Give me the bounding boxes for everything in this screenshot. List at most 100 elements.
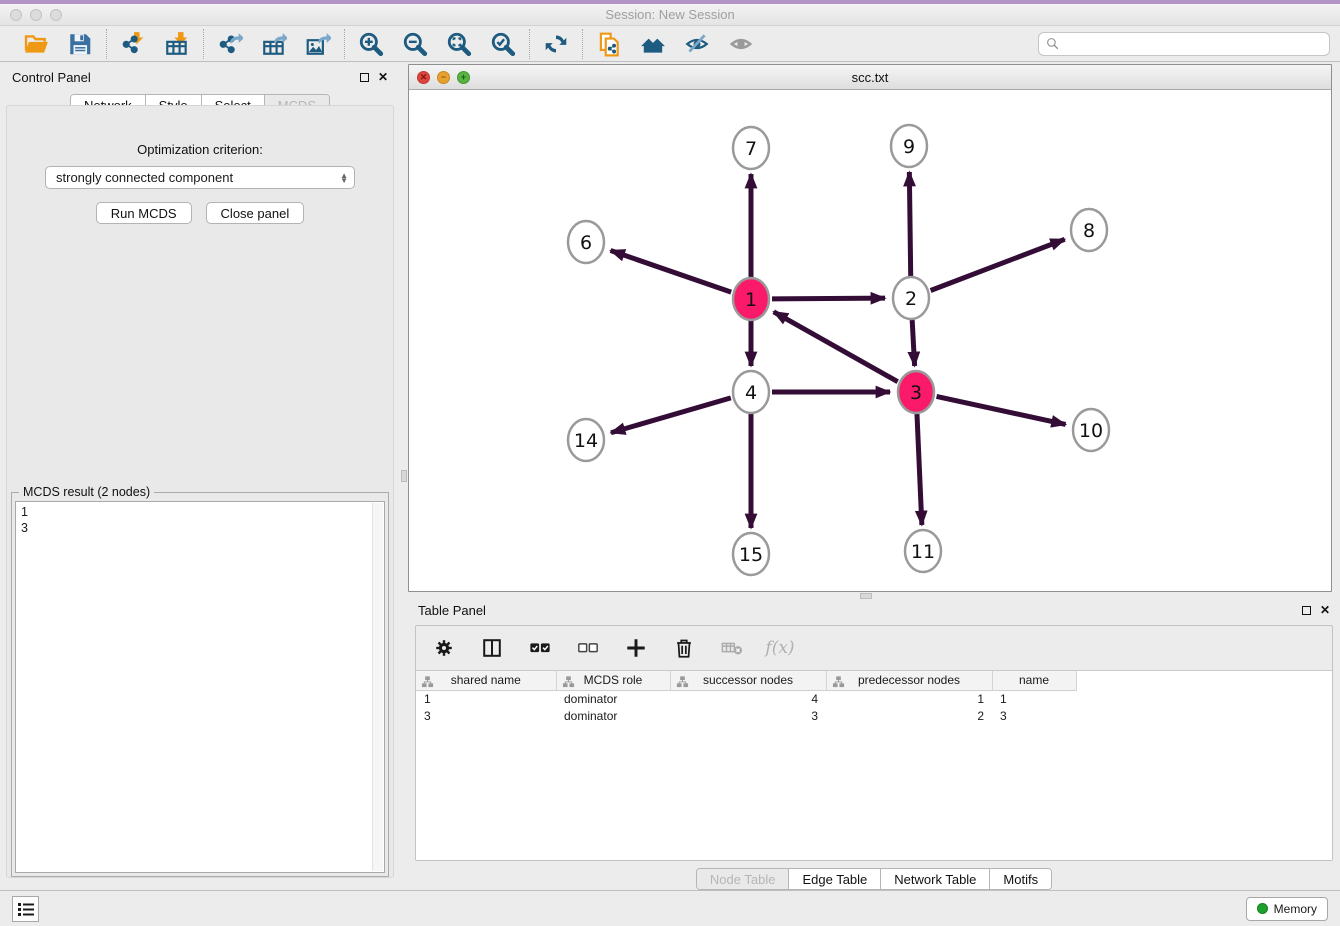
edge-2-3[interactable] [912,319,915,366]
horizontal-splitter[interactable] [408,592,1340,595]
add-icon[interactable] [622,634,650,662]
result-scrollbar[interactable] [372,503,383,871]
gear-icon[interactable] [430,634,458,662]
edge-3-1[interactable] [774,312,898,382]
search-area [1038,32,1330,56]
show-all-icon[interactable] [727,30,755,58]
table-container: f(x) shared nameMCDS rolesuccessor nodes… [415,625,1333,861]
edge-3-10[interactable] [937,396,1066,424]
edge-4-14[interactable] [611,398,731,433]
export-image-icon[interactable] [304,30,332,58]
import-network-icon[interactable] [119,30,147,58]
function-builder-icon: f(x) [766,634,794,662]
cell-name[interactable]: 1 [992,690,1076,707]
tab-edge-table[interactable]: Edge Table [788,869,880,889]
list-icon [17,901,35,917]
close-panel-button[interactable]: Close panel [206,202,305,224]
cell-successor-nodes[interactable]: 4 [670,690,826,707]
tab-node-table[interactable]: Node Table [697,869,789,889]
optimization-criterion-label: Optimization criterion: [7,142,393,157]
refresh-layout-icon[interactable] [542,30,570,58]
cell-name[interactable]: 3 [992,707,1076,724]
search-field[interactable] [1038,32,1330,56]
open-file-icon[interactable] [22,30,50,58]
column-header-successor-nodes[interactable]: successor nodes [670,671,826,690]
zoom-in-icon[interactable] [357,30,385,58]
hide-selected-icon[interactable] [683,30,711,58]
network-canvas[interactable]: 7968124314101511 [409,90,1331,591]
tab-network-table[interactable]: Network Table [880,869,989,889]
duplicate-network-icon[interactable] [595,30,623,58]
search-icon [1046,37,1059,50]
column-header-shared-name[interactable]: shared name [416,671,556,690]
table-panel: Table Panel ✕ f(x) shared nameMCDS roles… [408,595,1340,890]
cell-successor-nodes[interactable]: 3 [670,707,826,724]
search-input[interactable] [1059,37,1329,51]
select-all-icon[interactable] [526,634,554,662]
mcds-result-line: 1 [21,504,379,520]
frame-close-icon[interactable]: ✕ [417,71,430,84]
node-label-15: 15 [739,544,763,566]
mcds-result-textarea[interactable]: 13 [15,501,385,873]
cell-predecessor-nodes[interactable]: 1 [826,690,992,707]
node-table[interactable]: shared nameMCDS rolesuccessor nodesprede… [416,670,1332,860]
zoom-out-icon[interactable] [401,30,429,58]
tab-motifs[interactable]: Motifs [989,869,1051,889]
column-type-icon [562,675,575,688]
mcds-result-title: MCDS result (2 nodes) [19,485,154,499]
network-frame: ✕ − + scc.txt 7968124314101511 [408,64,1332,592]
delete-table-icon [718,634,746,662]
node-label-8: 8 [1083,220,1095,242]
window-title: Session: New Session [0,7,1340,22]
table-row[interactable]: 1dominator411 [416,690,1076,707]
cell-MCDS-role[interactable]: dominator [556,707,670,724]
import-table-icon[interactable] [163,30,191,58]
float-table-panel-icon[interactable] [1302,606,1311,615]
criterion-select[interactable]: strongly connected component ▲▼ [45,166,355,189]
memory-button[interactable]: Memory [1246,897,1328,921]
column-header-predecessor-nodes[interactable]: predecessor nodes [826,671,992,690]
edge-1-6[interactable] [611,250,732,292]
save-session-icon[interactable] [66,30,94,58]
node-label-1: 1 [745,289,757,311]
edge-2-9[interactable] [909,172,910,277]
edge-2-8[interactable] [931,239,1065,290]
delete-icon[interactable] [670,634,698,662]
first-neighbors-icon[interactable] [639,30,667,58]
frame-minimize-icon[interactable]: − [437,71,450,84]
table-row[interactable]: 3dominator323 [416,707,1076,724]
splitter-handle[interactable] [401,470,407,482]
table-tabs: Node TableEdge TableNetwork TableMotifs [696,868,1052,890]
float-panel-icon[interactable] [360,73,369,82]
close-panel-icon[interactable]: ✕ [378,71,388,83]
control-panel: Control Panel ✕ NetworkStyleSelectMCDS O… [0,62,400,890]
export-network-icon[interactable] [216,30,244,58]
edge-3-11[interactable] [917,413,922,525]
cell-predecessor-nodes[interactable]: 2 [826,707,992,724]
node-label-6: 6 [580,232,592,254]
close-table-panel-icon[interactable]: ✕ [1320,604,1330,616]
vertical-splitter[interactable] [400,62,408,890]
zoom-fit-icon[interactable] [445,30,473,58]
column-header-name[interactable]: name [992,671,1076,690]
node-label-2: 2 [905,288,917,310]
cell-shared-name[interactable]: 1 [416,690,556,707]
edge-1-2[interactable] [772,298,885,299]
deselect-all-icon[interactable] [574,634,602,662]
cell-shared-name[interactable]: 3 [416,707,556,724]
frame-maximize-icon[interactable]: + [457,71,470,84]
splitter-handle[interactable] [860,593,872,599]
cell-MCDS-role[interactable]: dominator [556,690,670,707]
export-table-icon[interactable] [260,30,288,58]
column-type-icon [832,675,845,688]
task-history-button[interactable] [12,896,39,922]
node-label-3: 3 [910,382,922,404]
columns-icon[interactable] [478,634,506,662]
criterion-select-value: strongly connected component [56,170,340,185]
network-frame-titlebar[interactable]: ✕ − + scc.txt [409,65,1331,90]
zoom-selected-icon[interactable] [489,30,517,58]
column-header-MCDS-role[interactable]: MCDS role [556,671,670,690]
memory-label: Memory [1274,902,1317,916]
run-mcds-button[interactable]: Run MCDS [96,202,192,224]
network-graph: 7968124314101511 [409,90,1331,590]
